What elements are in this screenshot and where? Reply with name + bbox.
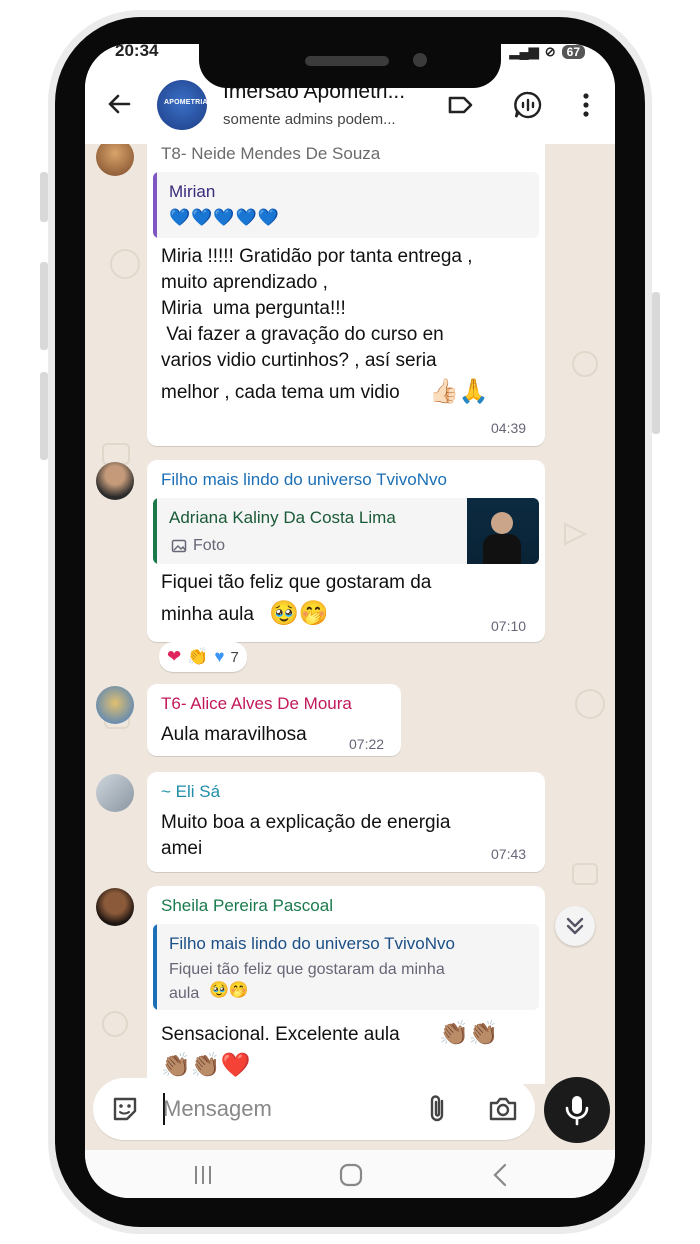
message-line: Miria uma pergunta!!! xyxy=(161,298,346,319)
notch xyxy=(199,28,501,88)
message-bubble-neide[interactable]: T8- Neide Mendes De Souza Mirian 💙💙💙💙💙 M… xyxy=(147,144,545,446)
side-button-left-3 xyxy=(40,372,48,460)
message-input-bar: Mensagem xyxy=(93,1078,535,1140)
message-bubble-sheila[interactable]: Sheila Pereira Pascoal Filho mais lindo … xyxy=(147,886,545,1084)
message-line: varios vidio curtinhos? , así seria xyxy=(161,350,437,371)
clapping-hands-emoji: 👏🏽👏🏽 xyxy=(439,1019,499,1047)
group-avatar[interactable]: APOMETRIA xyxy=(157,80,207,130)
message-line: Fiquei tão feliz que gostaram da xyxy=(161,572,432,593)
quote-author: Filho mais lindo do universo TvivoNvo xyxy=(169,934,455,953)
quote-author: Adriana Kaliny Da Costa Lima xyxy=(169,508,396,527)
speaker xyxy=(305,56,389,66)
quote-bar xyxy=(153,924,157,1010)
voice-chat-icon[interactable] xyxy=(513,90,543,120)
pleading-face-emoji: 🥹🤭 xyxy=(269,599,329,627)
screen: 20:34 ▂▄▆ ⊘ 67 APOMETRIA Imersão Apometr… xyxy=(85,44,615,1198)
microphone-icon xyxy=(565,1096,589,1126)
blue-heart-reaction-icon: ♥ xyxy=(214,647,225,666)
quoted-message[interactable]: Filho mais lindo do universo TvivoNvo Fi… xyxy=(153,924,539,1010)
quote-hearts: 💙💙💙💙💙 xyxy=(169,208,280,228)
avatar-alice[interactable] xyxy=(96,686,134,724)
message-line: muito aprendizado , xyxy=(161,272,328,293)
message-sender[interactable]: T8- Neide Mendes De Souza xyxy=(161,144,380,164)
back-arrow-icon[interactable] xyxy=(105,90,133,118)
battery-indicator: 67 xyxy=(561,45,585,59)
front-camera xyxy=(413,53,427,67)
sticker-icon[interactable] xyxy=(109,1093,141,1125)
double-chevron-down-icon xyxy=(566,917,584,935)
message-time: 07:43 xyxy=(491,846,527,862)
message-time: 07:22 xyxy=(349,736,385,752)
scroll-to-bottom-button[interactable] xyxy=(555,906,595,946)
message-sender[interactable]: Sheila Pereira Pascoal xyxy=(161,896,333,916)
thumbs-up-emoji: 👍🏻🙏 xyxy=(429,377,489,405)
message-line: Miria !!!!! Gratidão por tanta entrega , xyxy=(161,246,473,267)
message-line: Aula maravilhosa xyxy=(161,724,307,745)
message-line: minha aula xyxy=(161,604,254,625)
status-time: 20:34 xyxy=(115,44,159,60)
heart-reaction-icon: ❤ xyxy=(167,647,182,666)
system-navigation-bar xyxy=(85,1150,615,1198)
side-button-right xyxy=(652,292,660,434)
message-bubble-eli[interactable]: ~ Eli Sá Muito boa a explicação de energ… xyxy=(147,772,545,872)
avatar-sheila[interactable] xyxy=(96,888,134,926)
quote-thumbnail xyxy=(467,498,539,564)
thumbnail-body xyxy=(483,534,521,564)
recent-apps-icon[interactable] xyxy=(188,1160,218,1190)
message-time: 04:39 xyxy=(491,420,527,436)
clap-reaction-icon: 👏 xyxy=(187,647,209,666)
message-reactions[interactable]: ❤ 👏 ♥ 7 xyxy=(159,642,247,672)
voice-record-button[interactable] xyxy=(544,1077,610,1143)
message-sender[interactable]: ~ Eli Sá xyxy=(161,782,220,802)
message-line: Muito boa a explicação de energia xyxy=(161,812,451,833)
message-bubble-filho[interactable]: Filho mais lindo do universo TvivoNvo Ad… xyxy=(147,460,545,642)
dnd-icon: ⊘ xyxy=(544,44,556,59)
quote-emoji: 🥹🤭 xyxy=(209,980,249,999)
side-button-left-2 xyxy=(40,262,48,350)
avatar-eli[interactable] xyxy=(96,774,134,812)
message-input[interactable]: Mensagem xyxy=(163,1096,272,1122)
chat-area: T8- Neide Mendes De Souza Mirian 💙💙💙💙💙 M… xyxy=(85,144,615,1084)
thumbnail-person xyxy=(491,512,513,534)
quoted-message[interactable]: Adriana Kaliny Da Costa Lima Foto xyxy=(153,498,539,564)
quote-bar xyxy=(153,172,157,238)
quote-bar xyxy=(153,498,157,564)
avatar-filho[interactable] xyxy=(96,462,134,500)
status-icons: ▂▄▆ ⊘ 67 xyxy=(510,44,585,60)
signal-icon: ▂▄▆ xyxy=(509,44,539,59)
photo-icon xyxy=(171,539,187,553)
group-subtitle[interactable]: somente admins podem... xyxy=(223,111,396,128)
message-sender[interactable]: T6- Alice Alves De Moura xyxy=(161,694,352,714)
home-icon[interactable] xyxy=(336,1160,366,1190)
quote-text: Foto xyxy=(193,537,226,554)
nav-back-icon[interactable] xyxy=(486,1160,516,1190)
quoted-message[interactable]: Mirian 💙💙💙💙💙 xyxy=(153,172,539,238)
more-options-icon[interactable] xyxy=(571,90,601,120)
message-time: 07:10 xyxy=(491,618,527,634)
side-button-left-1 xyxy=(40,172,48,222)
message-sender[interactable]: Filho mais lindo do universo TvivoNvo xyxy=(161,470,447,490)
message-line: amei xyxy=(161,838,203,859)
clapping-hands-emoji-row-2: 👏🏽👏🏽❤️ xyxy=(161,1051,251,1079)
message-bubble-alice[interactable]: T6- Alice Alves De Moura Aula maravilhos… xyxy=(147,684,401,756)
message-line: melhor , cada tema um vidio xyxy=(161,382,400,403)
quote-line: Fiquei tão feliz que gostaram da minha xyxy=(169,961,445,978)
message-line: Vai fazer a gravação do curso en xyxy=(161,324,444,345)
quote-line: aula xyxy=(169,985,200,1002)
reaction-count: 7 xyxy=(230,648,239,666)
message-line: Sensacional. Excelente aula xyxy=(161,1024,400,1045)
camera-icon[interactable] xyxy=(487,1093,519,1125)
quote-author: Mirian xyxy=(169,182,216,201)
attach-icon[interactable] xyxy=(423,1093,453,1125)
label-icon[interactable] xyxy=(445,90,475,120)
